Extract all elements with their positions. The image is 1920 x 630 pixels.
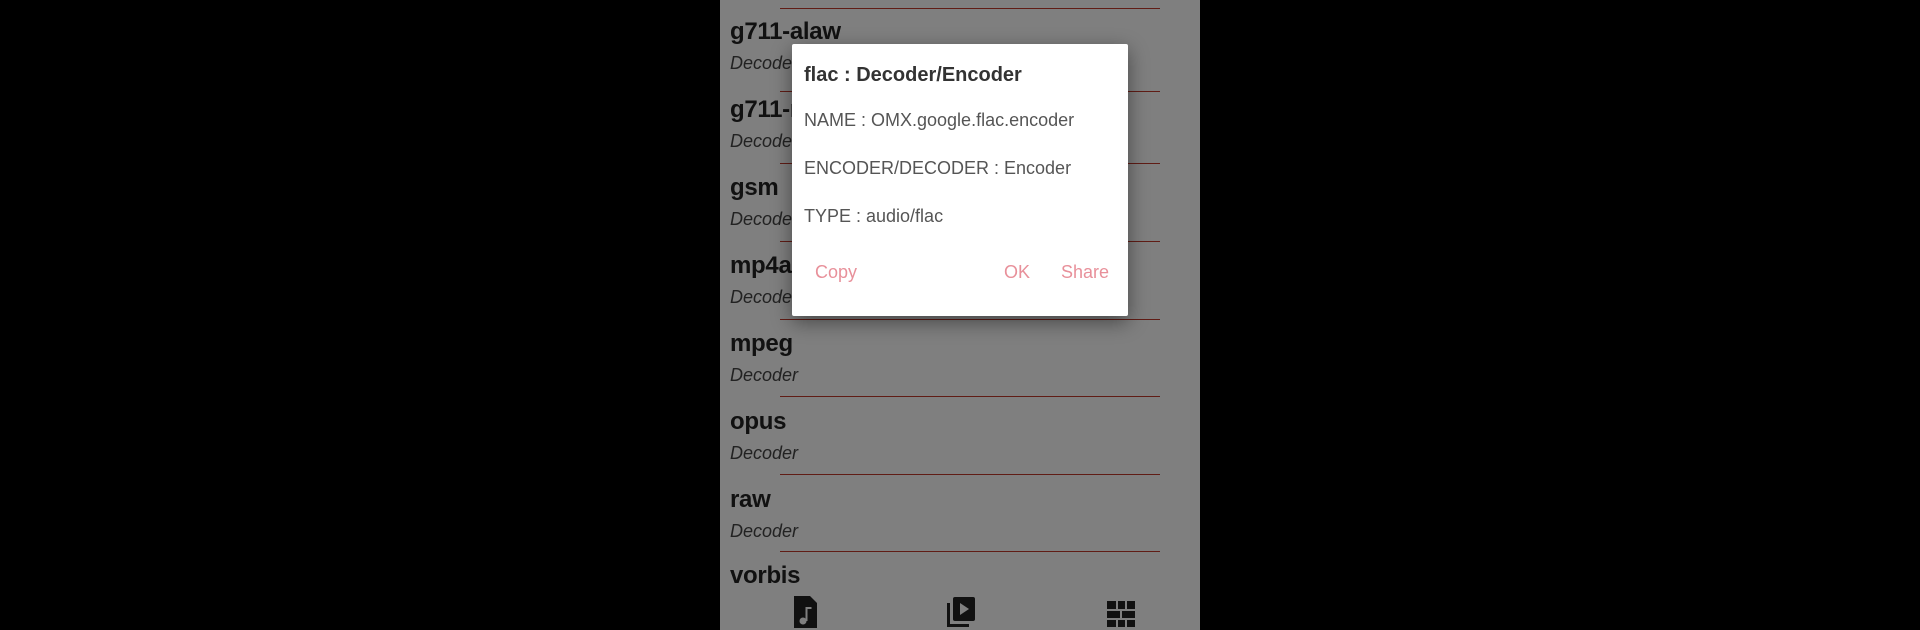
- dialog-title: flac : Decoder/Encoder: [804, 64, 1022, 86]
- codec-info-dialog: flac : Decoder/Encoder NAME : OMX.google…: [792, 44, 1128, 316]
- app-screen: g711-alaw Decoder g711-mlaw Decoder gsm …: [720, 0, 1200, 630]
- share-button[interactable]: Share: [1061, 262, 1109, 283]
- ok-button[interactable]: OK: [1004, 262, 1030, 283]
- codec-name-line: NAME : OMX.google.flac.encoder: [804, 110, 1075, 130]
- copy-button[interactable]: Copy: [815, 262, 857, 283]
- codec-type-line: TYPE : audio/flac: [804, 206, 944, 226]
- codec-role-line: ENCODER/DECODER : Encoder: [804, 158, 1072, 178]
